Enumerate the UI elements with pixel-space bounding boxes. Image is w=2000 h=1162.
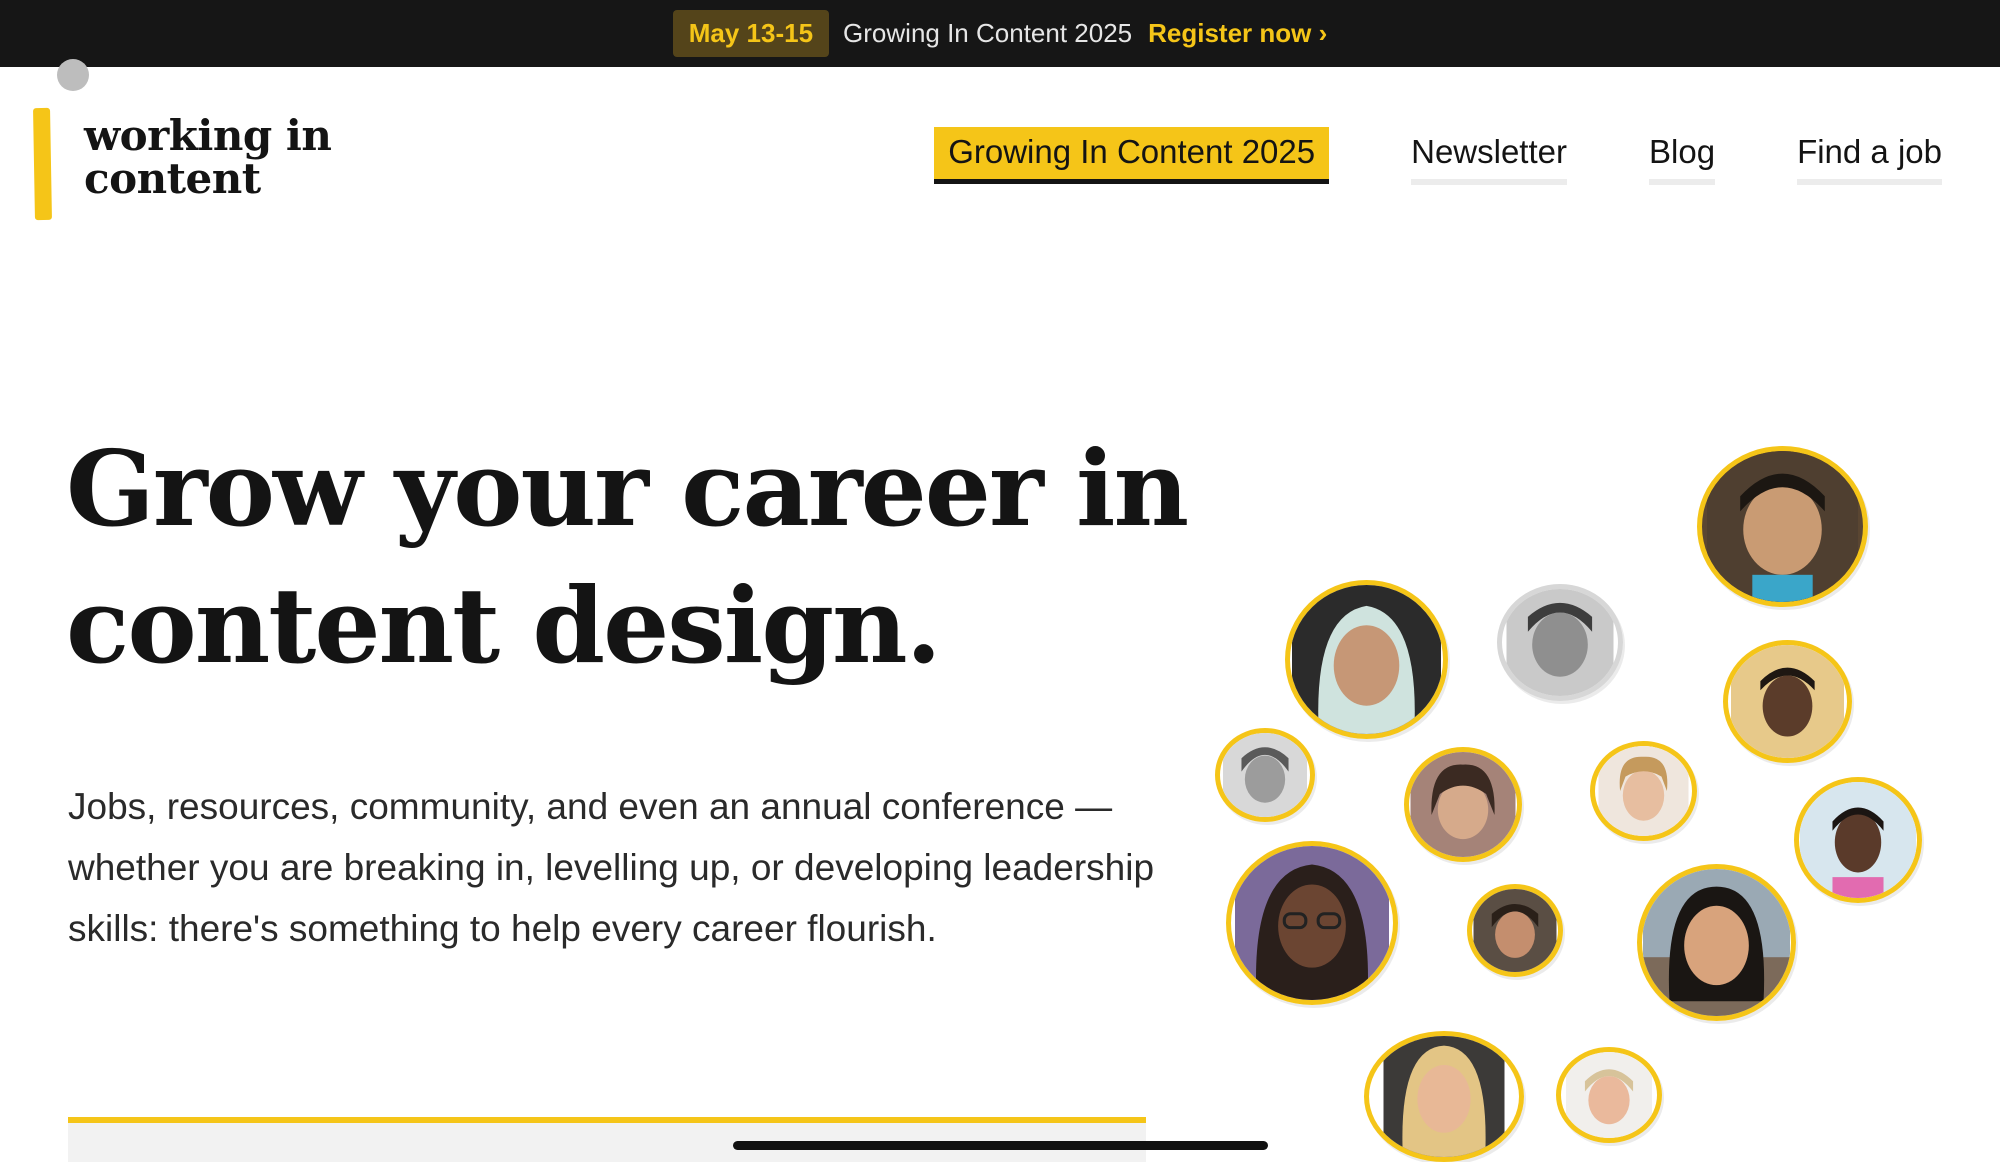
main-nav: Growing In Content 2025 Newsletter Blog … xyxy=(934,127,1942,185)
hero-heading-line-1: Grow your career in xyxy=(66,427,1189,550)
community-avatar xyxy=(1556,1047,1662,1143)
community-avatar xyxy=(1637,864,1796,1021)
nav-growing-in-content[interactable]: Growing In Content 2025 xyxy=(934,127,1330,184)
banner-date-badge: May 13-15 xyxy=(672,10,830,57)
community-avatar xyxy=(1794,777,1922,903)
nav-newsletter[interactable]: Newsletter xyxy=(1411,127,1567,185)
site-logo[interactable]: working in content xyxy=(33,107,332,221)
community-avatar xyxy=(1285,580,1448,739)
community-avatar xyxy=(1226,841,1398,1005)
community-avatar xyxy=(1497,584,1623,701)
community-avatar xyxy=(1364,1031,1524,1162)
nav-find-a-job[interactable]: Find a job xyxy=(1797,127,1942,185)
community-avatar xyxy=(1590,741,1697,841)
banner-event-name: Growing In Content 2025 xyxy=(843,18,1133,48)
hero-description: Jobs, resources, community, and even an … xyxy=(68,786,1155,949)
hero-heading: Grow your career in content design. xyxy=(66,420,1216,694)
touch-indicator xyxy=(57,59,89,91)
logo-wordmark: working in content xyxy=(84,111,332,220)
community-avatar xyxy=(1723,640,1852,763)
community-avatar xyxy=(1404,747,1522,862)
logo-line-1: working in xyxy=(84,111,332,160)
logo-accent-bar xyxy=(33,107,52,221)
community-avatar xyxy=(1467,884,1563,977)
community-avatar xyxy=(1215,728,1315,822)
community-avatar xyxy=(1697,446,1868,607)
announcement-banner: May 13-15 Growing In Content 2025 Regist… xyxy=(0,0,2000,67)
register-now-link[interactable]: Register now › xyxy=(1148,18,1327,49)
home-indicator xyxy=(733,1141,1268,1150)
hero-heading-line-2: content design. xyxy=(66,564,942,687)
hero-card-preview xyxy=(68,1117,1146,1162)
nav-blog[interactable]: Blog xyxy=(1649,127,1716,185)
logo-line-2: content xyxy=(84,154,261,203)
